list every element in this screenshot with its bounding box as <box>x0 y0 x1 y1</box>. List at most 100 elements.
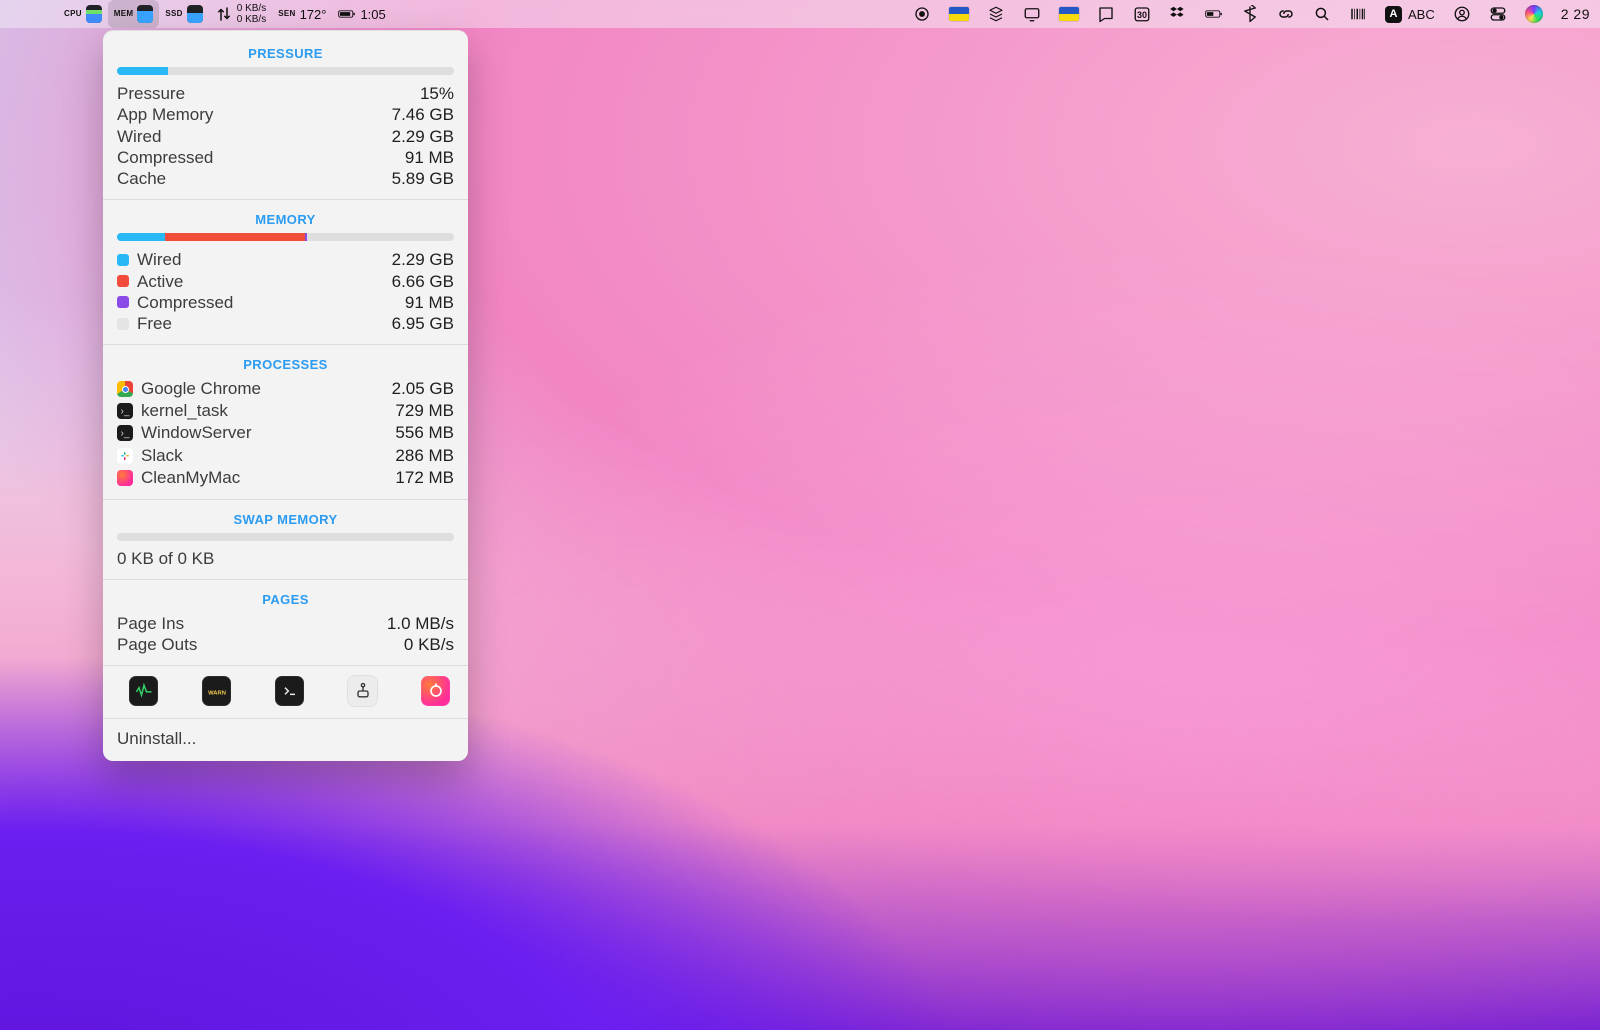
process-value: 172 MB <box>395 467 454 489</box>
swatch-icon <box>117 254 129 266</box>
menubar-mem-widget[interactable]: MEM <box>108 0 160 28</box>
pages-section: PAGES Page Ins1.0 MB/sPage Outs 0 KB/s <box>103 580 468 666</box>
siri-icon[interactable] <box>1525 5 1543 23</box>
swatch-icon <box>117 296 129 308</box>
process-row[interactable]: ›_WindowServer556 MB <box>117 422 454 444</box>
menubar-battery-widget[interactable]: 1:05 <box>332 0 391 28</box>
process-row[interactable]: CleanMyMac 172 MB <box>117 467 454 489</box>
row-value: 5.89 GB <box>392 168 454 189</box>
pressure-row: App Memory 7.46 GB <box>117 104 454 125</box>
system-info-shortcut[interactable] <box>348 676 377 706</box>
row-label: Wired <box>137 249 384 270</box>
menubar-network-widget[interactable]: 0 KB/s 0 KB/s <box>209 0 272 28</box>
memory-row: Free 6.95 GB <box>117 313 454 334</box>
row-value: 2.29 GB <box>392 249 454 270</box>
keyboard-input-menu[interactable]: A ABC <box>1385 0 1435 28</box>
memory-bar-segment <box>165 233 305 241</box>
row-value: 6.95 GB <box>392 313 454 334</box>
process-row[interactable]: Slack286 MB <box>117 445 454 467</box>
memory-row: Wired 2.29 GB <box>117 249 454 270</box>
row-value: 91 MB <box>405 292 454 313</box>
process-value: 2.05 GB <box>392 378 454 400</box>
swap-section: SWAP MEMORY 0 KB of 0 KB <box>103 500 468 579</box>
process-row[interactable]: ›_kernel_task729 MB <box>117 400 454 422</box>
shortcut-row: WARN <box>103 666 468 718</box>
row-label: Compressed <box>117 147 213 168</box>
barcode-icon[interactable] <box>1349 5 1367 23</box>
menubar-sensor-widget[interactable]: SEN 172° <box>272 0 332 28</box>
tool-icon[interactable] <box>1097 5 1115 23</box>
activity-monitor-shortcut[interactable] <box>129 676 158 706</box>
memory-stats-dropdown: PRESSURE Pressure 15% App Memory 7.46 GB Wir… <box>103 30 468 761</box>
link-icon[interactable] <box>1277 5 1295 23</box>
processes-section: PROCESSES Google Chrome2.05 GB›_kernel_t… <box>103 345 468 498</box>
process-name: kernel_task <box>141 400 387 422</box>
swap-title: SWAP MEMORY <box>117 512 454 527</box>
calendar-icon[interactable]: 30 <box>1133 5 1151 23</box>
display-icon[interactable] <box>1023 5 1041 23</box>
control-center-icon[interactable] <box>1489 5 1507 23</box>
row-value: 0 KB/s <box>404 634 454 655</box>
pressure-section: PRESSURE Pressure 15% App Memory 7.46 GB Wir… <box>103 46 468 199</box>
process-value: 286 MB <box>395 445 454 467</box>
row-label: Wired <box>117 126 161 147</box>
dropbox-icon[interactable] <box>1169 5 1187 23</box>
memory-row: Compressed 91 MB <box>117 292 454 313</box>
row-label: Pressure <box>117 83 185 104</box>
menubar-ssd-widget[interactable]: SSD <box>159 0 208 28</box>
flag-icon[interactable] <box>949 7 969 21</box>
pages-row: Page Outs 0 KB/s <box>117 634 454 655</box>
pressure-row: Pressure 15% <box>117 83 454 104</box>
processes-title: PROCESSES <box>117 357 454 372</box>
keyboard-layout: ABC <box>1408 7 1435 22</box>
pages-row: Page Ins1.0 MB/s <box>117 613 454 634</box>
terminal-shortcut[interactable] <box>275 676 304 706</box>
memory-bar-segment <box>117 233 165 241</box>
battery-mini-icon[interactable] <box>1205 5 1223 23</box>
memory-title: MEMORY <box>117 212 454 227</box>
pages-title: PAGES <box>117 592 454 607</box>
stack-icon[interactable] <box>987 5 1005 23</box>
bluetooth-icon[interactable] <box>1241 5 1259 23</box>
ssd-label: SSD <box>165 10 182 18</box>
menubar-cpu-widget[interactable]: CPU <box>58 0 108 28</box>
row-label: App Memory <box>117 104 213 125</box>
console-shortcut[interactable]: WARN <box>202 676 231 706</box>
battery-icon <box>338 5 356 23</box>
row-value: 15% <box>420 83 454 104</box>
search-icon[interactable] <box>1313 5 1331 23</box>
pressure-title: PRESSURE <box>117 46 454 61</box>
mem-label: MEM <box>114 10 134 18</box>
cleanmymac-shortcut[interactable] <box>421 676 450 706</box>
memory-bar-segment <box>305 233 307 241</box>
net-upload: 0 KB/s <box>237 4 266 14</box>
row-value: 2.29 GB <box>392 126 454 147</box>
process-name: CleanMyMac <box>141 467 387 489</box>
row-value: 1.0 MB/s <box>387 613 454 634</box>
row-label: Free <box>137 313 384 334</box>
cpu-chart-icon <box>86 5 102 23</box>
row-label: Page Outs <box>117 634 197 655</box>
menubar-clock[interactable]: 2 29 <box>1561 6 1590 22</box>
process-name: Google Chrome <box>141 378 384 400</box>
process-name: WindowServer <box>141 422 387 444</box>
row-label: Compressed <box>137 292 397 313</box>
process-row[interactable]: Google Chrome 2.05 GB <box>117 378 454 400</box>
sen-value: 172° <box>300 7 327 22</box>
process-value: 729 MB <box>395 400 454 422</box>
row-value: 91 MB <box>405 147 454 168</box>
cpu-label: CPU <box>64 10 82 18</box>
flag-icon-2[interactable] <box>1059 7 1079 21</box>
user-icon[interactable] <box>1453 5 1471 23</box>
swatch-icon <box>117 318 129 330</box>
uninstall-item[interactable]: Uninstall... <box>103 718 468 761</box>
swap-bar <box>117 533 454 541</box>
pressure-row: Compressed 91 MB <box>117 147 454 168</box>
row-label: Active <box>137 271 384 292</box>
svg-text:WARN: WARN <box>208 691 226 697</box>
battery-time: 1:05 <box>360 7 385 22</box>
row-value: 7.46 GB <box>392 104 454 125</box>
row-value: 6.66 GB <box>392 271 454 292</box>
record-icon[interactable] <box>913 5 931 23</box>
pressure-row: Cache5.89 GB <box>117 168 454 189</box>
